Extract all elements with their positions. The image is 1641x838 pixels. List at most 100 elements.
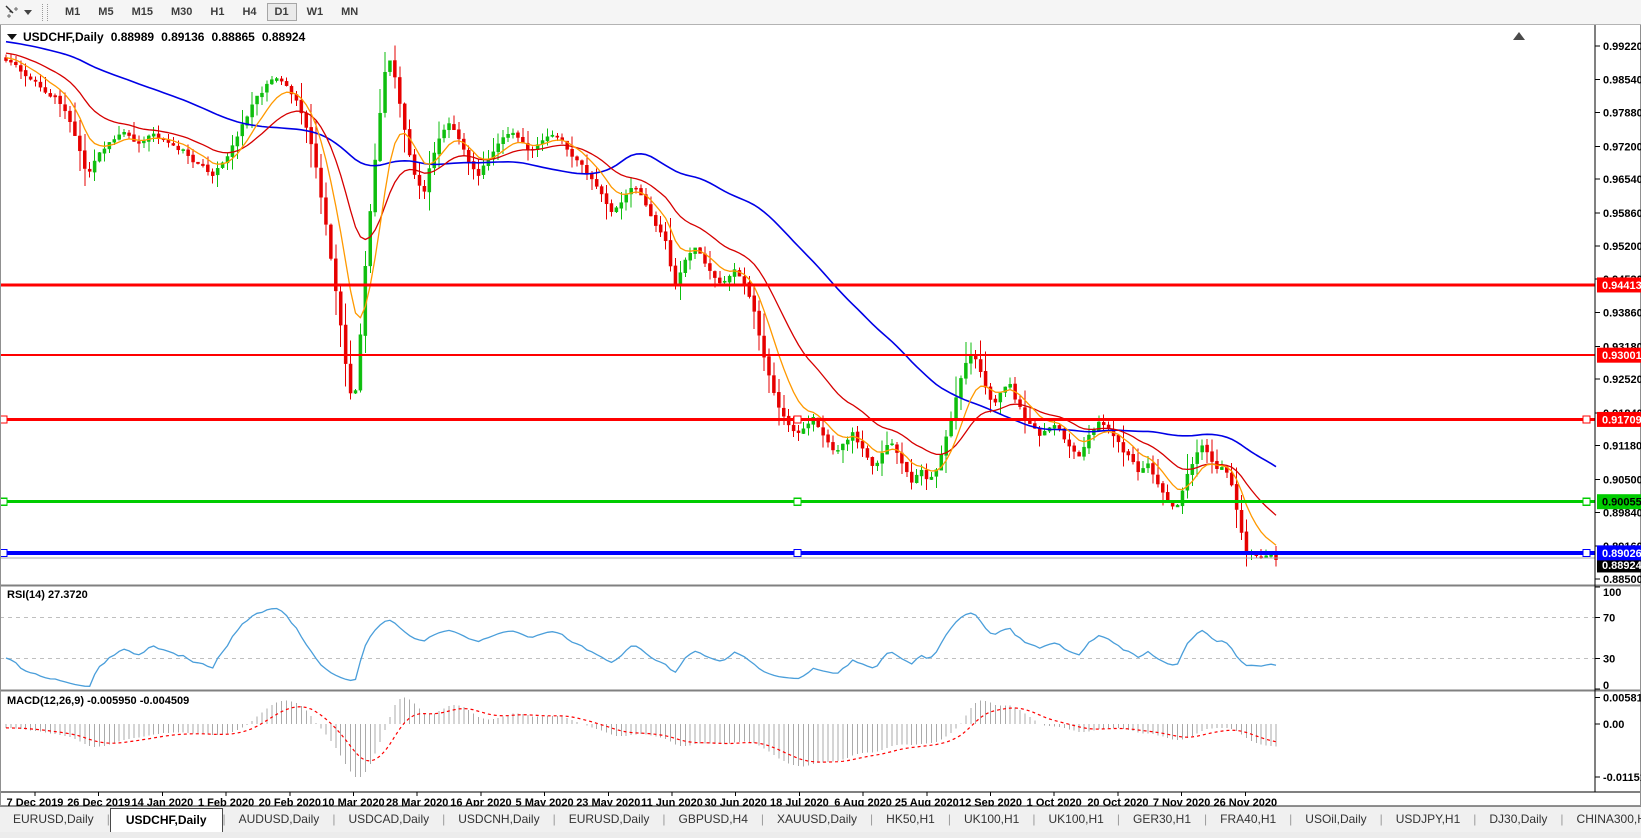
- title-open: 0.88989: [111, 30, 154, 44]
- svg-text:28 Mar 2020: 28 Mar 2020: [386, 797, 448, 806]
- title-low: 0.88865: [211, 30, 254, 44]
- svg-text:7 Nov 2020: 7 Nov 2020: [1153, 797, 1210, 806]
- svg-text:0.91180: 0.91180: [1603, 441, 1641, 453]
- tool-dropdown-caret-icon[interactable]: [24, 10, 32, 15]
- svg-text:23 May 2020: 23 May 2020: [576, 797, 640, 806]
- timeframe-m30-button[interactable]: M30: [163, 3, 200, 21]
- time-axis[interactable]: 7 Dec 201926 Dec 201914 Jan 20201 Feb 20…: [7, 792, 1278, 806]
- svg-text:0.93860: 0.93860: [1603, 307, 1641, 319]
- crosshair-tool-icon[interactable]: [4, 4, 20, 20]
- svg-text:30 Jun 2020: 30 Jun 2020: [705, 797, 767, 806]
- svg-text:0.88500: 0.88500: [1603, 574, 1641, 586]
- svg-text:25 Aug 2020: 25 Aug 2020: [895, 797, 959, 806]
- svg-text:0.91709: 0.91709: [1602, 414, 1641, 426]
- svg-text:14 Jan 2020: 14 Jan 2020: [132, 797, 194, 806]
- svg-text:7 Dec 2019: 7 Dec 2019: [7, 797, 64, 806]
- chart-tab-eurusd-daily[interactable]: EURUSD,Daily: [0, 807, 107, 832]
- chart-window: 0.992200.985400.978800.972000.965400.958…: [0, 25, 1641, 806]
- chart-canvas[interactable]: 0.992200.985400.978800.972000.965400.958…: [0, 25, 1641, 806]
- svg-text:0.99220: 0.99220: [1603, 41, 1641, 53]
- rsi-value: 27.3720: [48, 589, 88, 601]
- timeframe-mn-button[interactable]: MN: [333, 3, 366, 21]
- svg-text:20 Oct 2020: 20 Oct 2020: [1087, 797, 1148, 806]
- horizontal-line-0.89026[interactable]: [0, 549, 1595, 556]
- chart-tab-uk100-h1[interactable]: UK100,H1: [1035, 807, 1116, 832]
- chart-tab-usdjpy-h1[interactable]: USDJPY,H1: [1383, 807, 1473, 832]
- svg-text:0.95860: 0.95860: [1603, 208, 1641, 220]
- timeframe-toolbar: M1 M5 M15 M30 H1 H4 D1 W1 MN: [0, 0, 1641, 25]
- status-strip: [0, 832, 1641, 838]
- svg-text:10 Mar 2020: 10 Mar 2020: [322, 797, 384, 806]
- svg-text:12 Sep 2020: 12 Sep 2020: [959, 797, 1022, 806]
- chart-tab-hk50-h1[interactable]: HK50,H1: [873, 807, 948, 832]
- svg-text:5 May 2020: 5 May 2020: [516, 797, 574, 806]
- chart-tab-uk100-h1[interactable]: UK100,H1: [951, 807, 1032, 832]
- svg-text:6 Aug 2020: 6 Aug 2020: [834, 797, 892, 806]
- svg-text:-0.011514: -0.011514: [1603, 772, 1641, 784]
- ma-slow-line: [6, 42, 1276, 467]
- svg-text:1 Oct 2020: 1 Oct 2020: [1027, 797, 1082, 806]
- macd-indicator-label: MACD(12,26,9) -0.005950 -0.004509: [7, 695, 189, 707]
- svg-text:0.93001: 0.93001: [1602, 350, 1641, 362]
- timeframe-h1-button[interactable]: H1: [202, 3, 232, 21]
- chart-tab-usdchf-daily[interactable]: USDCHF,Daily: [110, 808, 223, 832]
- title-close: 0.88924: [262, 30, 305, 44]
- chart-tab-ger30-h1[interactable]: GER30,H1: [1120, 807, 1204, 832]
- svg-text:70: 70: [1603, 613, 1615, 625]
- ma-fast-line: [6, 58, 1276, 546]
- rsi-axis[interactable]: 100 70 30 0: [1595, 587, 1621, 692]
- chart-tabbar: EURUSD,Daily|USDCHF,Daily|AUDUSD,Daily|U…: [0, 806, 1641, 832]
- macd-signal-value: -0.004509: [140, 695, 190, 707]
- svg-text:16 Apr 2020: 16 Apr 2020: [450, 797, 511, 806]
- timeframe-m15-button[interactable]: M15: [124, 3, 161, 21]
- chart-tab-gbpusd-h4[interactable]: GBPUSD,H4: [666, 807, 761, 832]
- svg-text:0: 0: [1603, 680, 1609, 692]
- svg-text:0.00: 0.00: [1603, 719, 1624, 731]
- svg-text:0.92520: 0.92520: [1603, 374, 1641, 386]
- svg-text:100: 100: [1603, 587, 1621, 599]
- chart-tab-eurusd-daily[interactable]: EURUSD,Daily: [556, 807, 663, 832]
- title-high: 0.89136: [161, 30, 204, 44]
- chart-tab-china300-h1[interactable]: CHINA300,H1: [1564, 807, 1641, 832]
- svg-text:18 Jul 2020: 18 Jul 2020: [770, 797, 829, 806]
- svg-text:0.94413: 0.94413: [1602, 280, 1641, 292]
- horizontal-line-0.90055[interactable]: [0, 498, 1595, 505]
- svg-text:11 Jun 2020: 11 Jun 2020: [641, 797, 703, 806]
- svg-text:0.88924: 0.88924: [1602, 560, 1641, 572]
- horizontal-line-0.91709[interactable]: [0, 416, 1595, 423]
- macd-signal-line: [6, 707, 1276, 762]
- timeframe-m1-button[interactable]: M1: [57, 3, 88, 21]
- svg-text:1 Feb 2020: 1 Feb 2020: [198, 797, 254, 806]
- chart-tab-usdcnh-daily[interactable]: USDCNH,Daily: [445, 807, 552, 832]
- macd-main-value: -0.005950: [87, 695, 137, 707]
- chart-tab-fra40-h1[interactable]: FRA40,H1: [1207, 807, 1289, 832]
- svg-text:0.005818: 0.005818: [1603, 692, 1641, 704]
- timeframe-m5-button[interactable]: M5: [90, 3, 121, 21]
- chart-tab-dj30-daily[interactable]: DJ30,Daily: [1476, 807, 1560, 832]
- svg-text:30: 30: [1603, 653, 1615, 665]
- svg-text:0.96540: 0.96540: [1603, 174, 1641, 186]
- chart-title: USDCHF,Daily 0.88989 0.89136 0.88865 0.8…: [7, 30, 305, 44]
- symbol-dropdown-icon[interactable]: [7, 34, 17, 40]
- chart-shift-marker-icon[interactable]: [1513, 32, 1525, 40]
- svg-text:0.95200: 0.95200: [1603, 241, 1641, 253]
- rsi-indicator-label: RSI(14) 27.3720: [7, 589, 88, 601]
- svg-text:26 Nov 2020: 26 Nov 2020: [1213, 797, 1277, 806]
- svg-text:20 Feb 2020: 20 Feb 2020: [259, 797, 321, 806]
- chart-tab-usoil-daily[interactable]: USOil,Daily: [1292, 807, 1379, 832]
- chart-tab-usdcad-daily[interactable]: USDCAD,Daily: [335, 807, 442, 832]
- svg-text:0.97880: 0.97880: [1603, 108, 1641, 120]
- timeframe-h4-button[interactable]: H4: [234, 3, 264, 21]
- timeframe-d1-button[interactable]: D1: [267, 3, 297, 21]
- svg-text:0.89026: 0.89026: [1602, 548, 1641, 560]
- timeframe-w1-button[interactable]: W1: [299, 3, 332, 21]
- rsi-name: RSI(14): [7, 589, 45, 601]
- toolbar-grip[interactable]: [42, 4, 48, 21]
- chart-tab-audusd-daily[interactable]: AUDUSD,Daily: [226, 807, 333, 832]
- chart-tab-xauusd-daily[interactable]: XAUUSD,Daily: [764, 807, 870, 832]
- macd-axis[interactable]: 0.005818 0.00 -0.011514: [1595, 692, 1641, 784]
- macd-histogram: [6, 697, 1276, 777]
- candles-layer: [5, 45, 1278, 566]
- title-symbol: USDCHF,Daily: [23, 30, 104, 44]
- macd-name: MACD(12,26,9): [7, 695, 84, 707]
